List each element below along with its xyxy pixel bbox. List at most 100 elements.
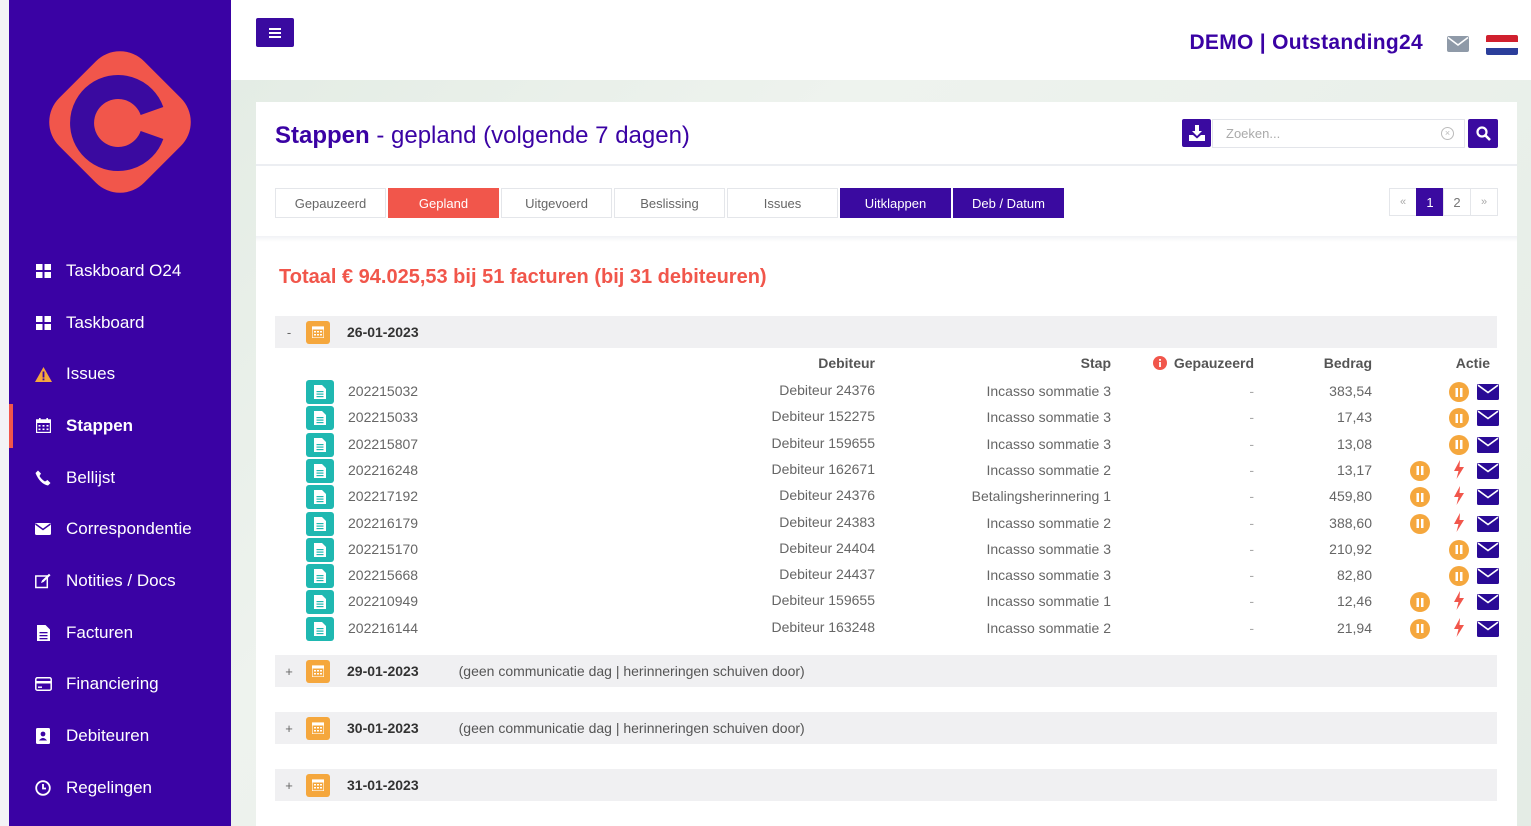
debiteur-cell[interactable]: Debiteur 159655 — [771, 592, 875, 608]
mail-icon[interactable] — [1447, 36, 1469, 52]
outstanding24-logo[interactable] — [34, 36, 206, 208]
pagination-page-1[interactable]: 1 — [1416, 188, 1444, 216]
info-icon[interactable] — [1152, 356, 1167, 370]
invoice-number[interactable]: 202215032 — [348, 383, 418, 399]
pause-icon[interactable] — [1410, 487, 1430, 508]
sidebar-item-issues[interactable]: Issues — [9, 348, 231, 400]
pause-icon[interactable] — [1410, 513, 1430, 534]
pause-icon[interactable] — [1449, 539, 1469, 560]
document-icon[interactable] — [306, 485, 334, 510]
top-bar: DEMO | Outstanding24 — [231, 0, 1531, 80]
debiteur-cell[interactable]: Debiteur 159655 — [771, 435, 875, 451]
stap-cell: Incasso sommatie 3 — [986, 435, 1112, 452]
debiteur-cell[interactable]: Debiteur 24437 — [779, 566, 875, 582]
document-icon[interactable] — [306, 537, 334, 562]
send-mail-icon[interactable] — [1477, 594, 1499, 613]
date-group-header[interactable]: + 30-01-2023 (geen communicatie dag | he… — [275, 712, 1497, 744]
debiteur-cell[interactable]: Debiteur 152275 — [771, 408, 875, 424]
gepauzeerd-cell: - — [1249, 619, 1254, 636]
sidebar-item-correspondentie[interactable]: Correspondentie — [9, 503, 231, 555]
pagination-next[interactable]: » — [1470, 188, 1498, 216]
debiteur-cell[interactable]: Debiteur 163248 — [771, 619, 875, 635]
pagination-page-2[interactable]: 2 — [1443, 188, 1471, 216]
download-button[interactable] — [1182, 119, 1211, 147]
language-flag-icon[interactable] — [1486, 35, 1518, 55]
tab-gepauzeerd[interactable]: Gepauzeerd — [275, 188, 386, 218]
search-button[interactable] — [1468, 119, 1498, 148]
send-mail-icon[interactable] — [1477, 489, 1499, 508]
sidebar-item-debiteuren[interactable]: Debiteuren — [9, 710, 231, 762]
pause-icon[interactable] — [1410, 618, 1430, 639]
expand-all-button[interactable]: Uitklappen — [840, 188, 951, 218]
collapse-toggle[interactable]: - — [275, 325, 303, 340]
document-icon[interactable] — [306, 590, 334, 615]
date-group-header[interactable]: + 31-01-2023 — [275, 769, 1497, 801]
clear-search-icon[interactable]: × — [1441, 127, 1454, 140]
invoice-number[interactable]: 202216144 — [348, 620, 418, 636]
lightning-icon[interactable] — [1453, 459, 1465, 482]
sidebar-item-notities-docs[interactable]: Notities / Docs — [9, 555, 231, 607]
send-mail-icon[interactable] — [1477, 568, 1499, 587]
tab-beslissing[interactable]: Beslissing — [614, 188, 725, 218]
document-icon[interactable] — [306, 511, 334, 536]
send-mail-icon[interactable] — [1477, 462, 1499, 482]
tab-uitgevoerd[interactable]: Uitgevoerd — [501, 188, 612, 218]
expand-toggle[interactable]: + — [275, 778, 303, 793]
sidebar-item-facturen[interactable]: Facturen — [9, 607, 231, 659]
expand-toggle[interactable]: + — [275, 664, 303, 679]
pause-icon[interactable] — [1410, 460, 1430, 481]
date-group-header[interactable]: + 29-01-2023 (geen communicatie dag | he… — [275, 655, 1497, 687]
invoice-number[interactable]: 202215807 — [348, 436, 418, 452]
send-mail-icon[interactable] — [1477, 620, 1499, 640]
document-icon[interactable] — [306, 616, 334, 641]
lightning-icon[interactable] — [1453, 512, 1465, 535]
document-icon[interactable] — [306, 564, 334, 589]
send-mail-icon[interactable] — [1477, 541, 1499, 561]
invoice-number[interactable]: 202215033 — [348, 409, 418, 425]
send-mail-icon[interactable] — [1477, 515, 1499, 535]
sidebar-item-stappen[interactable]: Stappen — [9, 400, 231, 452]
debiteur-cell[interactable]: Debiteur 24376 — [779, 382, 875, 398]
document-icon[interactable] — [306, 406, 334, 431]
lightning-icon[interactable] — [1453, 486, 1465, 508]
send-mail-icon[interactable] — [1477, 436, 1499, 456]
pagination-prev[interactable]: « — [1389, 188, 1417, 216]
sidebar-item-bellijst[interactable]: Bellijst — [9, 452, 231, 504]
lightning-icon[interactable] — [1453, 617, 1465, 640]
debiteur-cell[interactable]: Debiteur 24404 — [779, 540, 875, 556]
tab-gepland[interactable]: Gepland — [388, 188, 499, 218]
sidebar-item-taskboard[interactable]: Taskboard — [9, 297, 231, 349]
invoice-number[interactable]: 202216179 — [348, 515, 418, 531]
table-row: 202217192 Debiteur 24376 Betalingsherinner… — [256, 484, 1517, 510]
pause-icon[interactable] — [1410, 592, 1430, 613]
search-input[interactable] — [1226, 126, 1426, 141]
send-mail-icon[interactable] — [1477, 410, 1499, 429]
sidebar-item-taskboard-o24[interactable]: Taskboard O24 — [9, 245, 231, 297]
pause-icon[interactable] — [1449, 408, 1469, 429]
debiteur-cell[interactable]: Debiteur 24383 — [779, 514, 875, 530]
invoice-number[interactable]: 202217192 — [348, 488, 418, 504]
invoice-number[interactable]: 202215668 — [348, 567, 418, 583]
send-mail-icon[interactable] — [1477, 384, 1499, 403]
sort-deb-datum-button[interactable]: Deb / Datum — [953, 188, 1064, 218]
tab-issues[interactable]: Issues — [727, 188, 838, 218]
document-icon[interactable] — [306, 380, 334, 404]
column-header-gepauzeerd-label: Gepauzeerd — [1173, 355, 1254, 371]
invoice-number[interactable]: 202216248 — [348, 462, 418, 478]
invoice-number[interactable]: 202215170 — [348, 541, 418, 557]
document-icon[interactable] — [306, 458, 334, 483]
group-date: 29-01-2023 — [347, 663, 419, 679]
sidebar-item-financiering[interactable]: Financiering — [9, 659, 231, 711]
pause-icon[interactable] — [1449, 382, 1469, 402]
pause-icon[interactable] — [1449, 566, 1469, 587]
expand-toggle[interactable]: + — [275, 721, 303, 736]
sidebar-item-regelingen[interactable]: Regelingen — [9, 762, 231, 814]
lightning-icon[interactable] — [1453, 591, 1465, 613]
pause-icon[interactable] — [1449, 434, 1469, 455]
date-group-header[interactable]: - 26-01-2023 — [275, 316, 1497, 348]
menu-toggle-button[interactable] — [256, 18, 294, 47]
document-icon[interactable] — [306, 432, 334, 457]
debiteur-cell[interactable]: Debiteur 162671 — [771, 461, 875, 477]
debiteur-cell[interactable]: Debiteur 24376 — [779, 487, 875, 503]
invoice-number[interactable]: 202210949 — [348, 593, 418, 609]
